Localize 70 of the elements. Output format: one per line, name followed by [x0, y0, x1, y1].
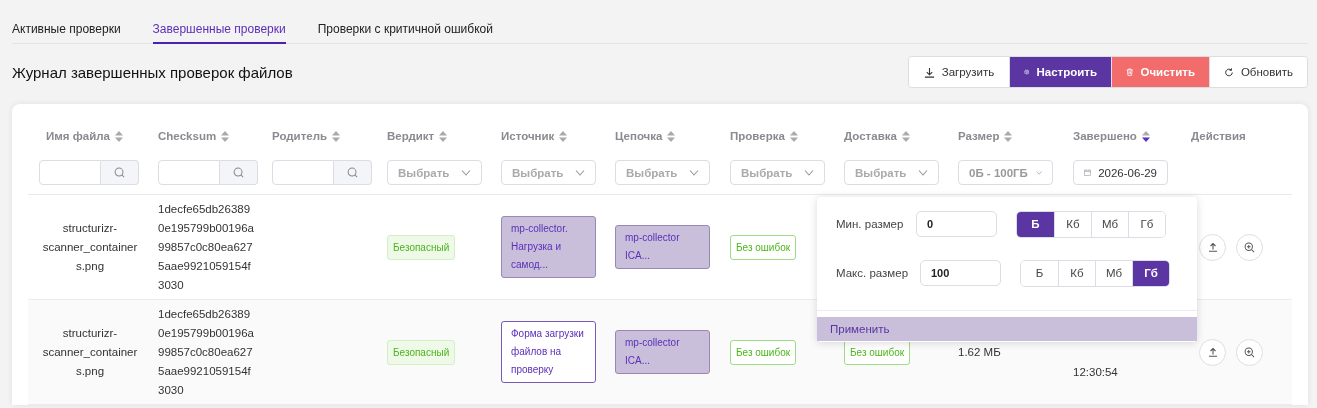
column-header: Размер — [958, 130, 1000, 142]
zoom-button[interactable] — [1236, 233, 1263, 261]
unit-option[interactable]: Б — [1017, 211, 1054, 237]
chevron-icon — [689, 169, 699, 176]
chevron-icon — [1035, 169, 1042, 176]
configure-button[interactable]: Настроить — [1009, 57, 1111, 87]
file-size: 1.62 МБ — [958, 345, 1001, 358]
source-tag: mp-collector. Нагрузка и самод... — [501, 216, 596, 278]
download-icon — [923, 66, 935, 78]
page-title: Журнал завершенных проверок файлов — [12, 63, 293, 81]
search-icon — [233, 167, 244, 178]
field-label: Мин. размер — [836, 218, 905, 230]
calendar-icon — [1084, 167, 1092, 178]
column-header: Родитель — [272, 130, 328, 142]
column-header: Завершено — [1073, 130, 1137, 142]
chain-tag: mp-collector ICA... — [615, 225, 710, 269]
chevron-icon — [461, 169, 471, 176]
size-field[interactable]: 0 — [916, 211, 997, 237]
refresh-button[interactable]: Обновить — [1209, 57, 1307, 87]
check-badge: Без ошибок — [730, 339, 797, 365]
refresh-icon — [1224, 66, 1234, 78]
search-field[interactable] — [272, 160, 334, 185]
check-badge: Без ошибок — [730, 234, 797, 260]
upload-icon — [1207, 347, 1218, 357]
chevron-icon — [804, 169, 814, 176]
download-button[interactable]: Загрузить — [909, 57, 1009, 87]
verdict-badge: Безопасный — [387, 234, 456, 260]
tab[interactable]: Проверки с критичной ошибкой — [317, 22, 493, 44]
trash-icon — [1126, 66, 1134, 78]
unit-option[interactable]: Гб — [1132, 260, 1169, 286]
column-header: Имя файла — [46, 130, 110, 142]
upload-button[interactable] — [1199, 338, 1226, 366]
verdict-badge: Безопасный — [387, 339, 456, 365]
size-field[interactable]: 100 — [920, 260, 1001, 286]
apply-button[interactable]: Применить — [817, 317, 1197, 341]
tab[interactable]: Завершенные проверки — [152, 22, 286, 44]
search-button[interactable] — [101, 160, 139, 185]
chain-tag: mp-collector ICA... — [615, 330, 710, 374]
tab[interactable]: Активные проверки — [12, 22, 121, 44]
upload-button[interactable] — [1199, 233, 1226, 261]
column-header: Источник — [501, 130, 555, 142]
zoom-in-icon — [1244, 241, 1255, 253]
column-header: Вердикт — [387, 130, 435, 142]
column-header: Checksum — [158, 130, 217, 142]
sort-icon[interactable] — [1141, 130, 1150, 142]
unit-option[interactable]: Гб — [1128, 211, 1165, 237]
source-tag: Форма загрузки файлов на проверку — [501, 321, 596, 383]
chevron-icon — [575, 169, 585, 176]
column-header: Проверка — [730, 130, 785, 142]
search-field[interactable] — [39, 160, 101, 185]
checksum: 1decfe65db263890e195799b00196a99857c0c80ea6275aae9921059154f3030 — [158, 201, 254, 293]
date-field[interactable]: 2026-06-29 — [1073, 160, 1168, 185]
zoom-in-icon — [1244, 346, 1255, 358]
file-name: structurizr-scanner_containers.png — [41, 220, 139, 274]
search-field[interactable] — [158, 160, 220, 185]
gear-icon — [1024, 66, 1030, 78]
completed-time: 12:30:54 — [1073, 365, 1118, 378]
search-button[interactable] — [220, 160, 258, 185]
column-header: Цепочка — [615, 130, 663, 142]
column-header: Действия — [1191, 130, 1246, 142]
search-icon — [347, 167, 358, 178]
column-header: Доставка — [844, 130, 897, 142]
checksum: 1decfe65db263890e195799b00196a99857c0c80ea6275aae9921059154f3030 — [158, 306, 254, 398]
file-name: structurizr-scanner_containers.png — [41, 325, 139, 379]
search-button[interactable] — [334, 160, 372, 185]
chevron-icon — [918, 169, 928, 176]
search-icon — [114, 167, 125, 178]
upload-icon — [1207, 242, 1218, 252]
zoom-button[interactable] — [1236, 338, 1263, 366]
field-label: Макс. размер — [836, 267, 910, 279]
